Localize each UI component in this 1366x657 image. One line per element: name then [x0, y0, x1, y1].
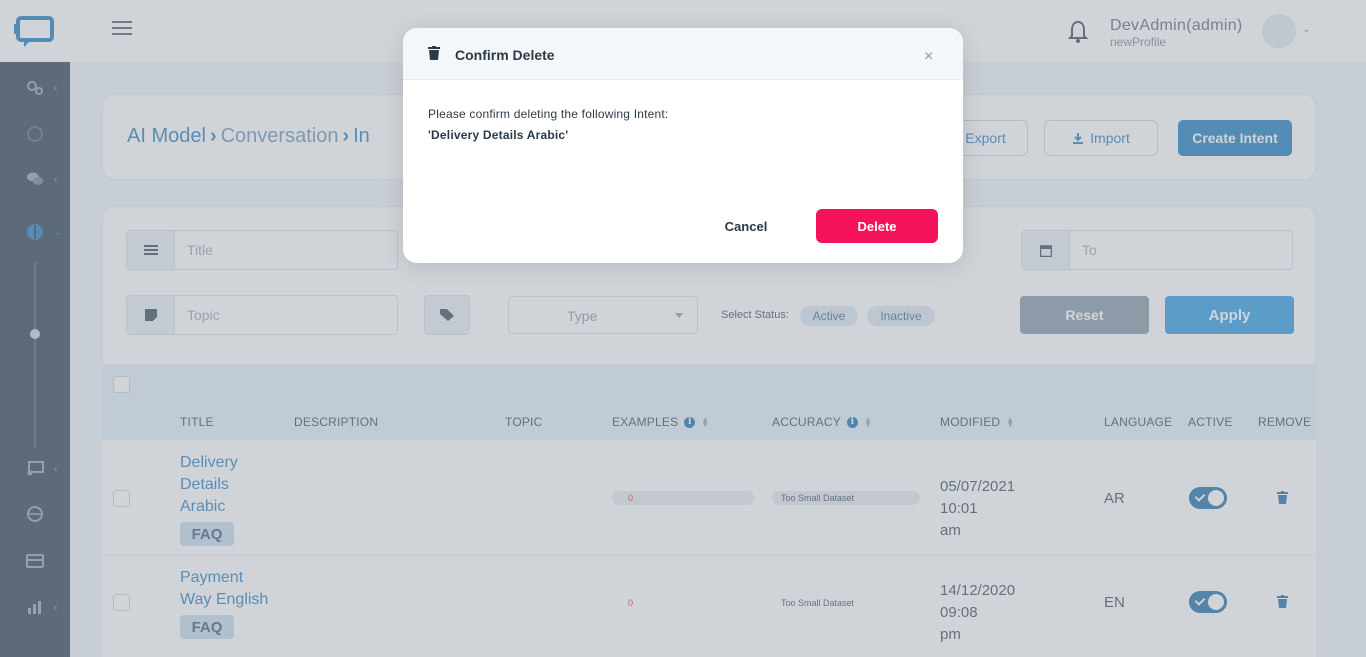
modal-header: Confirm Delete ×: [403, 28, 963, 80]
trash-icon: [428, 46, 440, 60]
modal-message: Please confirm deleting the following In…: [428, 107, 669, 121]
cancel-button[interactable]: Cancel: [716, 209, 776, 243]
delete-button[interactable]: Delete: [816, 209, 938, 243]
modal-intent-name: 'Delivery Details Arabic': [428, 128, 569, 142]
close-icon[interactable]: ×: [924, 48, 933, 66]
confirm-delete-modal: Confirm Delete × Please confirm deleting…: [403, 28, 963, 263]
modal-title: Confirm Delete: [455, 47, 555, 63]
